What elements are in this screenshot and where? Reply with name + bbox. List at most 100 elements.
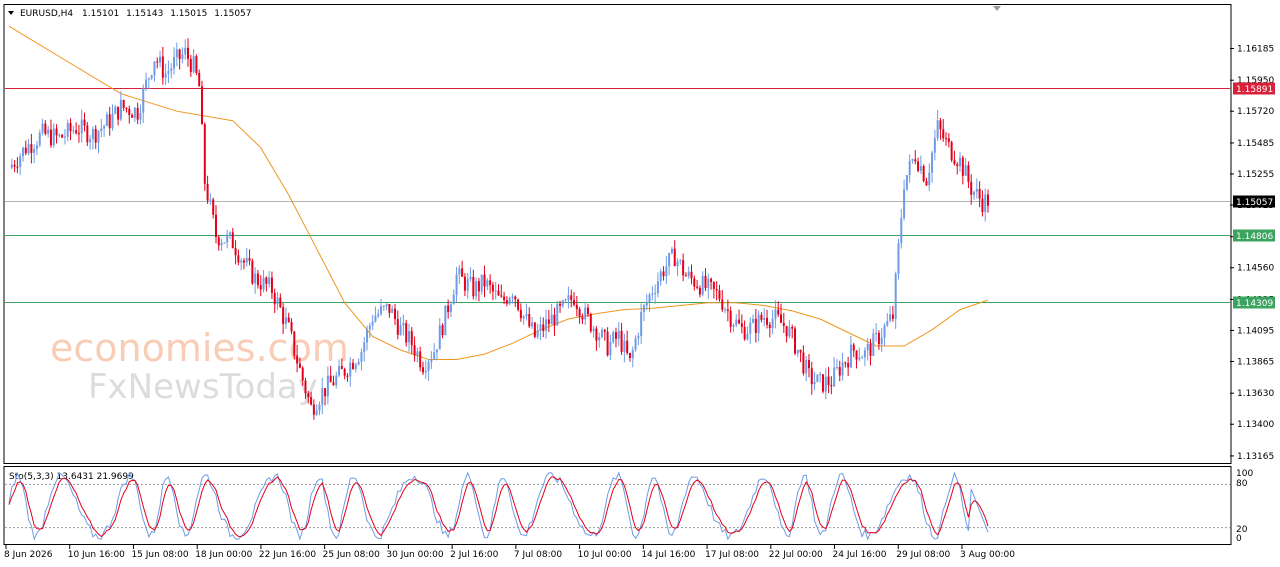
candle-body bbox=[796, 349, 799, 354]
candle-body bbox=[413, 345, 416, 356]
candle-body bbox=[592, 328, 595, 332]
candle-body bbox=[494, 290, 497, 292]
candle-body bbox=[189, 58, 192, 72]
candle-body bbox=[581, 316, 584, 320]
candle-body bbox=[959, 157, 962, 167]
candle-body bbox=[480, 274, 483, 292]
candle-body bbox=[270, 277, 273, 293]
price-tick-label: 1.15485 bbox=[1237, 139, 1274, 149]
price-tick-label: 1.14095 bbox=[1237, 326, 1274, 336]
stoch-level-0: 0 bbox=[1236, 534, 1242, 544]
candle-body bbox=[919, 166, 922, 171]
candle-body bbox=[788, 326, 791, 337]
date-tick-label: 14 Jul 16:00 bbox=[641, 550, 695, 560]
candle-body bbox=[360, 351, 363, 362]
candle-body bbox=[598, 336, 601, 341]
price-axis: 1.161851.159501.157201.154851.152551.150… bbox=[1230, 44, 1274, 462]
candle-body bbox=[117, 106, 120, 120]
candle-body bbox=[324, 388, 327, 397]
candle-body bbox=[47, 129, 50, 134]
moving-average bbox=[8, 25, 989, 360]
date-tick-label: 10 Jul 00:00 bbox=[578, 550, 632, 560]
candle-body bbox=[304, 380, 307, 394]
candle-body bbox=[673, 248, 676, 267]
candle-body bbox=[609, 341, 612, 356]
candle-body bbox=[559, 303, 562, 306]
candle-body bbox=[329, 375, 332, 383]
candle-body bbox=[58, 134, 61, 136]
candle-body bbox=[964, 165, 967, 176]
candle-body bbox=[321, 388, 324, 405]
candle-body bbox=[880, 337, 883, 345]
candle-body bbox=[248, 258, 251, 261]
candle-body bbox=[517, 299, 520, 310]
header-close: 1.15057 bbox=[214, 9, 251, 19]
shift-marker-icon[interactable] bbox=[993, 6, 1001, 11]
candle-body bbox=[156, 61, 159, 63]
candle-body bbox=[891, 314, 894, 319]
candle-body bbox=[889, 314, 892, 321]
candle-body bbox=[595, 328, 598, 341]
candle-body bbox=[575, 304, 578, 310]
candle-body bbox=[279, 297, 282, 308]
candle-body bbox=[282, 307, 285, 325]
candle-body bbox=[240, 260, 243, 263]
candle-body bbox=[612, 332, 615, 342]
candle-body bbox=[242, 260, 245, 263]
candle-body bbox=[214, 214, 217, 238]
date-tick-label: 7 Jul 08:00 bbox=[514, 550, 563, 560]
candle-body bbox=[472, 276, 475, 297]
candle-body bbox=[173, 57, 176, 69]
candle-body bbox=[654, 292, 657, 294]
candle-body bbox=[352, 362, 355, 370]
candle-body bbox=[416, 351, 419, 356]
candle-body bbox=[732, 325, 735, 327]
candle-body bbox=[97, 130, 100, 143]
candle-body bbox=[561, 300, 564, 306]
candle-body bbox=[298, 363, 301, 368]
candle-body bbox=[55, 128, 58, 136]
stoch-levels bbox=[5, 483, 1230, 529]
candle-body bbox=[679, 260, 682, 262]
candle-body bbox=[198, 73, 201, 87]
candle-body bbox=[987, 194, 989, 206]
candle-body bbox=[335, 375, 338, 386]
candle-body bbox=[410, 331, 413, 346]
candle-body bbox=[802, 352, 805, 374]
candle-body bbox=[640, 311, 643, 336]
candle-body bbox=[710, 278, 713, 283]
candle-body bbox=[366, 329, 369, 343]
candle-body bbox=[553, 314, 556, 326]
candle-body bbox=[19, 156, 22, 167]
candle-body bbox=[519, 309, 522, 319]
candle-body bbox=[766, 317, 769, 325]
candle-body bbox=[956, 164, 959, 167]
candle-body bbox=[791, 326, 794, 329]
candle-body bbox=[363, 342, 366, 352]
candle-body bbox=[830, 384, 833, 387]
candle-body bbox=[407, 331, 410, 343]
candle-body bbox=[693, 278, 696, 287]
candle-body bbox=[435, 349, 438, 353]
chart-canvas[interactable]: EURUSD,H4 1.15101 1.15143 1.15015 1.1505… bbox=[0, 0, 1280, 567]
candle-body bbox=[676, 261, 679, 267]
candle-body bbox=[617, 330, 620, 339]
candle-body bbox=[276, 297, 279, 305]
candle-body bbox=[970, 181, 973, 195]
candle-body bbox=[75, 130, 78, 134]
candle-body bbox=[726, 309, 729, 311]
candle-body bbox=[161, 56, 164, 78]
candle-body bbox=[33, 149, 36, 153]
candle-body bbox=[427, 362, 430, 371]
candle-body bbox=[312, 404, 315, 415]
candle-body bbox=[589, 313, 592, 332]
candle-body bbox=[49, 129, 52, 146]
candle-body bbox=[819, 374, 822, 376]
candle-body bbox=[754, 318, 757, 333]
candle-body bbox=[402, 323, 405, 326]
candle-body bbox=[133, 107, 136, 118]
candle-body bbox=[368, 325, 371, 330]
candle-body bbox=[626, 340, 629, 353]
candle-body bbox=[170, 68, 173, 71]
chevron-down-icon[interactable] bbox=[8, 11, 14, 15]
